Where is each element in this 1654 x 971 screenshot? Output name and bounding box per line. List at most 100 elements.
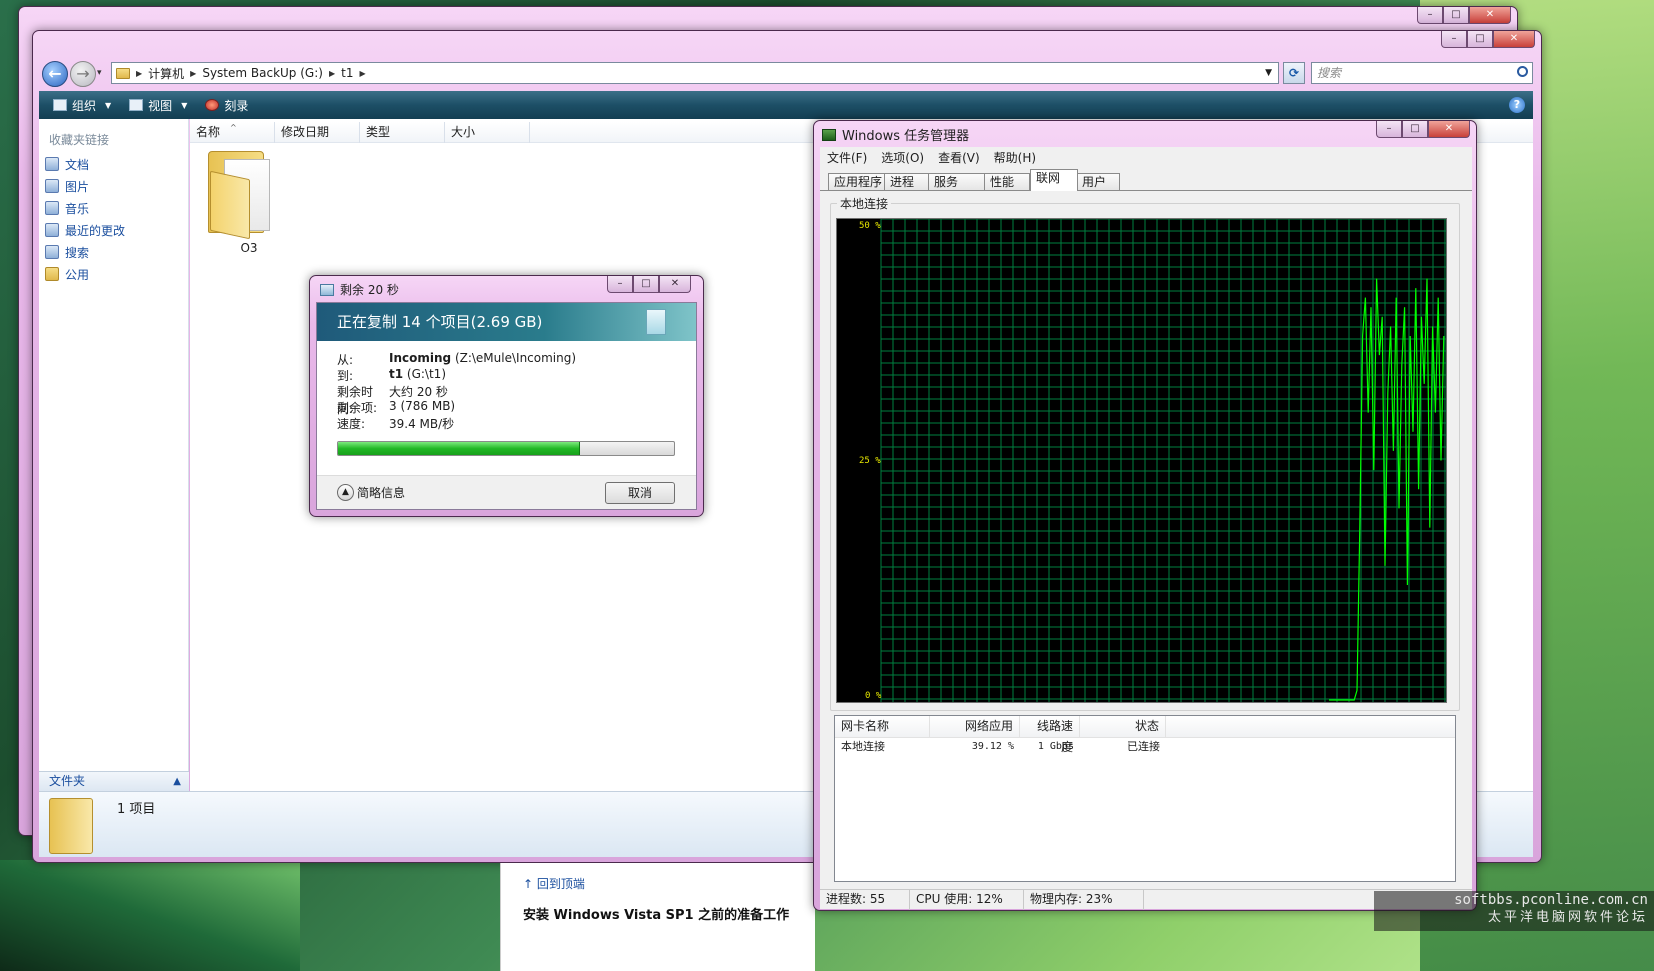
close-button[interactable]: ✕	[659, 276, 691, 293]
adapter-speed: 1 Gbps	[1037, 741, 1074, 752]
minimize-button[interactable]: –	[1441, 31, 1467, 48]
folders-toggle[interactable]: 文件夹 ▲	[39, 771, 189, 791]
status-processes: 进程数: 55	[820, 890, 910, 910]
detail-value: Incoming (Z:\eMule\Incoming)	[389, 351, 576, 367]
close-button[interactable]: ✕	[1469, 7, 1511, 24]
views-button[interactable]: 视图 ▼	[125, 97, 191, 114]
tab-networking[interactable]: 联网	[1030, 169, 1078, 191]
column-size[interactable]: 大小	[445, 122, 530, 143]
column-link-speed[interactable]: 线路速度	[1020, 716, 1080, 754]
folder-item-label[interactable]: O3	[234, 241, 264, 255]
favorite-pictures[interactable]: 图片	[45, 175, 125, 197]
detail-row-from: 从: Incoming (Z:\eMule\Incoming)	[337, 351, 576, 367]
folder-icon	[49, 798, 93, 854]
task-manager-window: Windows 任务管理器 – □ ✕ 文件(F) 选项(O) 查看(V) 帮助…	[813, 120, 1477, 911]
adapter-usage: 39.12 %	[971, 741, 1014, 752]
close-button[interactable]: ✕	[1493, 31, 1535, 48]
table-row[interactable]: 本地连接 39.12 % 1 Gbps 已连接	[835, 738, 1455, 756]
pictures-icon	[45, 179, 59, 193]
network-utilization-graph: 50 % 25 % 0 %	[836, 218, 1447, 703]
menu-bar: 文件(F) 选项(O) 查看(V) 帮助(H)	[820, 147, 1472, 167]
back-to-top-link[interactable]: ↑ 回到顶端	[523, 875, 585, 892]
column-type[interactable]: 类型	[360, 122, 445, 143]
chevron-right-icon[interactable]: ▶	[359, 69, 365, 78]
chevron-right-icon[interactable]: ▶	[329, 69, 335, 78]
tab-applications[interactable]: 应用程序	[828, 173, 886, 191]
command-bar: 组织 ▼ 视图 ▼ 刻录 ?	[39, 91, 1533, 119]
tab-processes[interactable]: 进程	[884, 173, 930, 191]
menu-help[interactable]: 帮助(H)	[987, 147, 1043, 167]
address-bar[interactable]: ▶ 计算机 ▶ System BackUp (G:) ▶ t1 ▶ ▼	[111, 62, 1279, 84]
breadcrumb-computer[interactable]: 计算机	[148, 65, 184, 82]
views-label: 视图	[148, 98, 173, 113]
fewer-details-button[interactable]: ▲ 简略信息	[337, 484, 405, 501]
detail-row-items: 剩余项: 3 (786 MB)	[337, 399, 576, 415]
destination-folder: t1	[389, 367, 404, 381]
maximize-button[interactable]: □	[1467, 31, 1493, 48]
tab-users[interactable]: 用户	[1076, 173, 1120, 191]
item-count: 1 项目	[117, 802, 156, 817]
burn-button[interactable]: 刻录	[201, 97, 252, 114]
detail-key: 到:	[337, 369, 354, 383]
folder-item[interactable]	[208, 147, 276, 243]
breadcrumb-folder[interactable]: t1	[341, 66, 353, 80]
search-icon[interactable]	[1517, 66, 1528, 77]
column-name[interactable]: ^ 名称	[190, 122, 275, 143]
progress-fill	[338, 442, 580, 455]
minimize-button[interactable]: –	[607, 276, 633, 293]
organize-button[interactable]: 组织 ▼	[49, 97, 115, 114]
task-manager-icon	[822, 128, 836, 141]
column-state[interactable]: 状态	[1080, 716, 1166, 738]
copy-icon	[320, 283, 334, 296]
detail-key: 从:	[337, 353, 354, 367]
tab-services[interactable]: 服务	[928, 173, 986, 191]
column-adapter-name[interactable]: 网卡名称	[835, 716, 930, 738]
back-button[interactable]: ←	[42, 61, 68, 87]
favorites-list: 文档 图片 音乐 最近的更改 搜索 公用	[45, 153, 125, 285]
browser-page: ↑ 回到顶端 安装 Windows Vista SP1 之前的准备工作	[500, 863, 815, 971]
dialog-title-bar: 剩余 20 秒	[320, 281, 399, 298]
folder-icon	[116, 67, 130, 79]
maximize-button[interactable]: □	[633, 276, 659, 293]
column-network-utilization[interactable]: 网络应用	[930, 716, 1020, 738]
menu-options[interactable]: 选项(O)	[874, 147, 931, 167]
utilization-line	[1329, 278, 1445, 701]
tab-performance[interactable]: 性能	[984, 173, 1030, 191]
burn-label: 刻录	[224, 98, 249, 113]
maximize-button[interactable]: □	[1443, 7, 1469, 24]
favorite-recent[interactable]: 最近的更改	[45, 219, 125, 241]
favorite-public[interactable]: 公用	[45, 263, 125, 285]
chevron-down-icon: ▼	[181, 100, 188, 110]
help-icon[interactable]: ?	[1509, 97, 1525, 113]
favorite-documents[interactable]: 文档	[45, 153, 125, 175]
search-input[interactable]: 搜索	[1311, 62, 1533, 84]
column-date[interactable]: 修改日期	[275, 122, 360, 143]
favorite-music[interactable]: 音乐	[45, 197, 125, 219]
forward-button[interactable]: →	[70, 61, 96, 87]
minimize-button[interactable]: –	[1376, 121, 1402, 138]
close-button[interactable]: ✕	[1428, 121, 1470, 138]
chevron-right-icon[interactable]: ▶	[136, 69, 142, 78]
watermark-url: softbbs.pconline.com.cn	[1454, 892, 1648, 908]
favorite-searches[interactable]: 搜索	[45, 241, 125, 263]
maximize-button[interactable]: □	[1402, 121, 1428, 138]
fewer-details-label: 简略信息	[357, 486, 406, 500]
breadcrumb-drive[interactable]: System BackUp (G:)	[202, 66, 323, 80]
menu-file[interactable]: 文件(F)	[820, 147, 874, 167]
cancel-button[interactable]: 取消	[605, 482, 675, 504]
folder-front	[210, 170, 250, 240]
menu-view[interactable]: 查看(V)	[931, 147, 987, 167]
detail-value: t1 (G:\t1)	[389, 367, 446, 383]
dialog-footer: ▲ 简略信息 取消	[317, 475, 696, 509]
site-watermark: softbbs.pconline.com.cn 太平洋电脑网软件论坛	[1374, 891, 1654, 931]
copy-heading-banner: 正在复制 14 个项目(2.69 GB)	[317, 303, 696, 341]
minimize-button[interactable]: –	[1417, 7, 1443, 24]
task-manager-title: Windows 任务管理器	[842, 129, 970, 144]
favorite-label: 图片	[65, 179, 90, 194]
refresh-button[interactable]: ⟳	[1283, 62, 1305, 84]
recent-pages-dropdown[interactable]: ▾	[97, 68, 102, 78]
graph-label-25: 25 %	[859, 456, 881, 466]
article-heading: 安装 Windows Vista SP1 之前的准备工作	[523, 908, 790, 923]
chevron-right-icon[interactable]: ▶	[190, 69, 196, 78]
address-dropdown-icon[interactable]: ▼	[1265, 68, 1272, 78]
